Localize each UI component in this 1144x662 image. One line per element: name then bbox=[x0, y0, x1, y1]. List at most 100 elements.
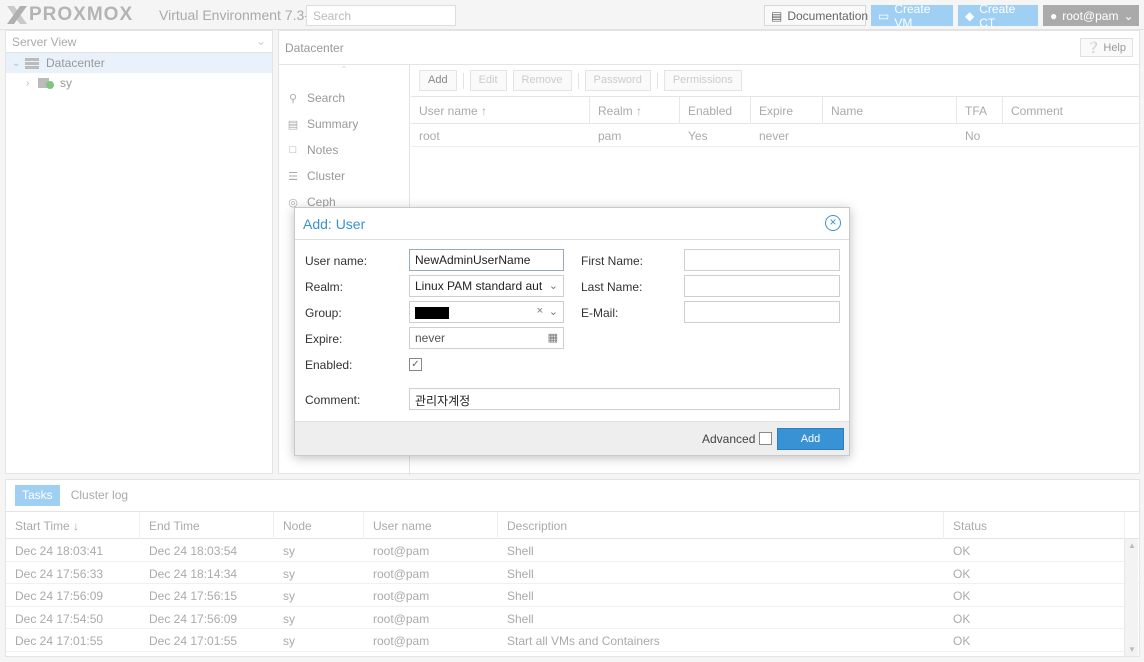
chevron-down-icon[interactable]: ⌄ bbox=[549, 279, 558, 292]
column-header-user[interactable]: User name bbox=[364, 512, 498, 539]
toolbar-separator bbox=[656, 72, 658, 89]
cell-tfa: No bbox=[965, 129, 981, 143]
realm-value: Linux PAM standard aut bbox=[415, 279, 543, 293]
documentation-label: Documentation bbox=[787, 8, 869, 23]
cell-name bbox=[823, 124, 957, 147]
chevron-down-icon[interactable]: ⌄ bbox=[549, 305, 558, 318]
view-selector-label: Server View bbox=[12, 35, 77, 49]
cell-start-time: Dec 24 17:56:33 bbox=[15, 566, 104, 581]
tree-item-datacenter[interactable]: ⌄ Datacenter bbox=[6, 53, 272, 73]
advanced-checkbox[interactable] bbox=[759, 432, 772, 445]
lastname-field[interactable] bbox=[684, 275, 840, 297]
proxmox-logo[interactable]: PROXMOX bbox=[6, 4, 133, 26]
tree-item-label: sy bbox=[60, 76, 72, 90]
cell-description: Shell bbox=[507, 589, 534, 604]
calendar-icon[interactable]: ▦ bbox=[548, 331, 558, 344]
nav-item-cluster[interactable]: ☰ Cluster bbox=[279, 163, 409, 189]
add-button[interactable]: Add bbox=[419, 70, 457, 91]
tab-cluster-log[interactable]: Cluster log bbox=[64, 485, 135, 506]
column-header-comment[interactable]: Comment bbox=[1003, 97, 1140, 124]
scroll-up-icon[interactable]: ⌃ bbox=[279, 65, 409, 85]
column-header-username[interactable]: User name ↑ bbox=[411, 97, 590, 124]
cell-description: Shell bbox=[507, 566, 534, 581]
add-button[interactable]: Add bbox=[777, 428, 844, 450]
add-user-dialog: Add: User × User name: NewAdminUserName … bbox=[294, 207, 850, 456]
email-field[interactable] bbox=[684, 301, 840, 323]
cell-node: sy bbox=[283, 566, 295, 581]
remove-button[interactable]: Remove bbox=[512, 70, 572, 91]
table-row[interactable]: Dec 24 17:54:50 Dec 24 17:56:09 sy root@… bbox=[6, 607, 1139, 630]
collapse-icon[interactable]: ⌄ bbox=[12, 58, 24, 69]
table-row[interactable]: Dec 24 17:56:33 Dec 24 18:14:34 sy root@… bbox=[6, 562, 1139, 585]
column-header-realm[interactable]: Realm ↑ bbox=[590, 97, 680, 124]
advanced-label: Advanced bbox=[702, 432, 756, 446]
tab-tasks[interactable]: Tasks bbox=[15, 485, 60, 506]
cell-node: sy bbox=[283, 634, 295, 649]
cell-user: root@pam bbox=[373, 544, 430, 558]
group-select[interactable]: × ⌄ bbox=[409, 301, 564, 323]
cell-description: Start all VMs and Containers bbox=[507, 634, 660, 649]
cell-end-time: Dec 24 17:56:15 bbox=[149, 589, 238, 604]
column-header-status[interactable]: Status bbox=[944, 512, 1125, 539]
table-row[interactable]: Dec 24 17:56:09 Dec 24 17:56:15 sy root@… bbox=[6, 584, 1139, 607]
table-row[interactable]: Dec 24 18:03:41 Dec 24 18:03:54 sy root@… bbox=[6, 539, 1139, 562]
column-header-enabled[interactable]: Enabled bbox=[680, 97, 751, 124]
column-header-name[interactable]: Name bbox=[823, 97, 957, 124]
proxmox-x-icon bbox=[7, 6, 27, 24]
nav-item-search[interactable]: ⚲ Search bbox=[279, 85, 409, 111]
table-row[interactable]: root pam Yes never No bbox=[411, 124, 1140, 147]
password-button[interactable]: Password bbox=[584, 70, 651, 91]
comment-label: Comment: bbox=[305, 393, 361, 407]
column-header-start-time[interactable]: Start Time ↓ bbox=[6, 512, 140, 539]
column-header-tfa[interactable]: TFA bbox=[957, 97, 1003, 124]
column-header-node[interactable]: Node bbox=[274, 512, 364, 539]
scroll-down-icon[interactable]: ▼ bbox=[1128, 645, 1136, 654]
table-row[interactable]: Dec 24 17:01:55 Dec 24 17:01:55 sy root@… bbox=[6, 629, 1139, 652]
toolbar-separator bbox=[462, 72, 464, 89]
nav-item-summary[interactable]: ▤ Summary bbox=[279, 111, 409, 137]
enabled-label: Enabled: bbox=[305, 358, 353, 372]
create-vm-button[interactable]: ▭ Create VM bbox=[871, 2, 953, 30]
cube-icon: ◆ bbox=[965, 8, 975, 23]
users-grid-header: User name ↑ Realm ↑ Enabled Expire Name … bbox=[411, 97, 1140, 124]
version-label: Virtual Environment 7.3-3 bbox=[159, 7, 317, 23]
username-field[interactable]: NewAdminUserName bbox=[409, 249, 564, 271]
realm-select[interactable]: Linux PAM standard aut ⌄ bbox=[409, 275, 564, 297]
cell-start-time: Dec 24 17:56:09 bbox=[15, 589, 104, 604]
documentation-button[interactable]: ▤ Documentation bbox=[764, 5, 869, 26]
edit-button[interactable]: Edit bbox=[469, 70, 507, 91]
column-header-expire[interactable]: Expire bbox=[751, 97, 823, 124]
help-button[interactable]: ❔ Help bbox=[1079, 38, 1133, 57]
tree-item-node[interactable]: › sy bbox=[6, 73, 272, 93]
firstname-field[interactable] bbox=[684, 249, 840, 271]
user-icon: ● bbox=[1050, 8, 1058, 23]
top-bar: PROXMOX Virtual Environment 7.3-3 Search… bbox=[0, 0, 1144, 30]
expand-icon[interactable]: › bbox=[26, 78, 38, 89]
resource-tree-panel: Server View ⌄ ⌄ Datacenter › sy bbox=[5, 30, 273, 474]
logo-text: PROXMOX bbox=[29, 4, 134, 25]
expire-label: Expire: bbox=[305, 332, 343, 346]
close-icon[interactable]: × bbox=[825, 215, 841, 231]
create-ct-button[interactable]: ◆ Create CT bbox=[958, 2, 1038, 30]
nav-item-notes[interactable]: □ Notes bbox=[279, 137, 409, 163]
enabled-checkbox[interactable]: ✓ bbox=[409, 358, 422, 371]
clear-icon[interactable]: × bbox=[537, 305, 543, 317]
permissions-button[interactable]: Permissions bbox=[663, 70, 742, 91]
dialog-footer: Advanced Add bbox=[295, 421, 849, 455]
view-selector[interactable]: Server View ⌄ bbox=[6, 31, 272, 53]
lastname-label: Last Name: bbox=[581, 280, 643, 294]
search-input[interactable]: Search bbox=[306, 5, 456, 26]
cell-user: root@pam bbox=[373, 634, 430, 649]
search-icon: ⚲ bbox=[288, 92, 298, 105]
column-header-description[interactable]: Description bbox=[498, 512, 944, 539]
cell-start-time: Dec 24 17:01:55 bbox=[15, 634, 104, 649]
cell-end-time: Dec 24 17:01:55 bbox=[149, 634, 238, 649]
task-scrollbar[interactable]: ▲ ▼ bbox=[1124, 539, 1138, 656]
comment-field[interactable]: 관리자계정 bbox=[409, 388, 840, 410]
column-header-end-time[interactable]: End Time bbox=[140, 512, 274, 539]
log-tabs: Tasks Cluster log bbox=[6, 480, 1139, 512]
cell-description: Shell bbox=[507, 611, 534, 626]
scroll-up-icon[interactable]: ▲ bbox=[1128, 541, 1136, 550]
expire-date-field[interactable]: never ▦ bbox=[409, 327, 564, 349]
user-menu-button[interactable]: ● root@pam ⌄ bbox=[1043, 5, 1139, 26]
